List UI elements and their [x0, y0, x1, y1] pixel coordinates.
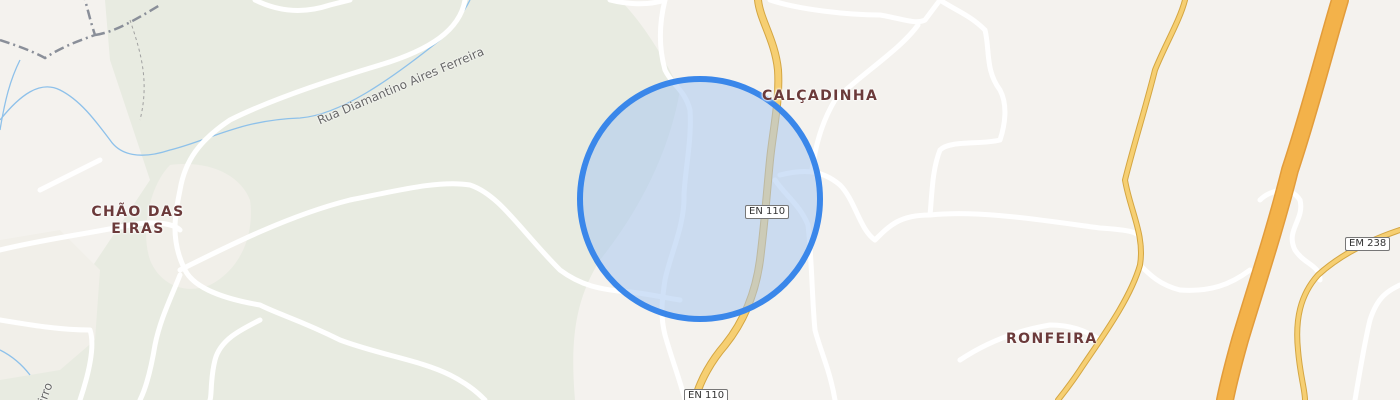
place-label-ronfeira: RONFEIRA [1006, 331, 1098, 347]
location-accuracy-circle[interactable] [577, 76, 823, 322]
place-label-chao-das-eiras: CHÃO DAS EIRAS [90, 204, 186, 238]
place-label-calcadinha: CALÇADINHA [762, 88, 879, 104]
road-shield-em238: EM 238 [1345, 237, 1391, 251]
road-shield-en110-upper: EN 110 [745, 205, 790, 219]
road-shield-en110-lower: EN 110 [684, 389, 729, 400]
map-canvas[interactable]: CALÇADINHA CHÃO DAS EIRAS RONFEIRA EN 11… [0, 0, 1400, 400]
place-label-chao-das-eiras-text: CHÃO DAS EIRAS [91, 204, 185, 237]
map-layers [0, 0, 1400, 400]
